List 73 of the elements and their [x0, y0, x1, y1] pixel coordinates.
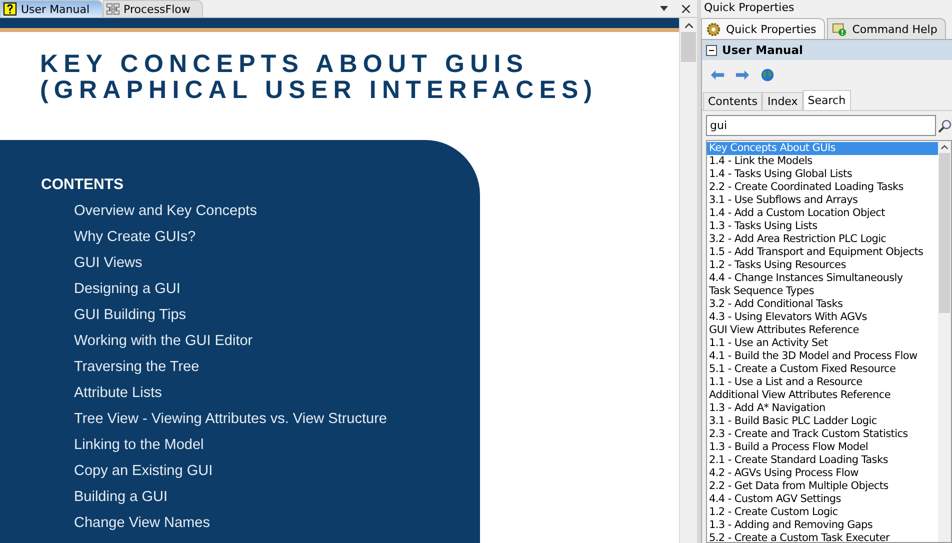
- contents-link[interactable]: Building a GUI: [41, 484, 480, 510]
- scroll-thumb[interactable]: [939, 153, 950, 313]
- result-item[interactable]: GUI View Attributes Reference: [707, 324, 938, 337]
- contents-link[interactable]: GUI Views: [41, 250, 480, 276]
- result-item[interactable]: 3.2 - Add Area Restriction PLC Logic: [707, 233, 938, 246]
- gear-icon: [706, 22, 721, 36]
- result-item[interactable]: 1.1 - Use a List and a Resource: [707, 376, 938, 389]
- result-item[interactable]: 1.5 - Add Transport and Equipment Objects: [707, 246, 938, 259]
- result-item[interactable]: 3.2 - Add Conditional Tasks: [707, 298, 938, 311]
- scrollbar[interactable]: [938, 141, 951, 542]
- result-item[interactable]: 4.4 - Change Instances Simultaneously: [707, 272, 938, 285]
- search-field[interactable]: gui: [706, 115, 936, 136]
- result-item[interactable]: 3.1 - Build Basic PLC Ladder Logic: [707, 415, 938, 428]
- search-icon[interactable]: [938, 118, 952, 132]
- contents-link[interactable]: Change View Names: [41, 510, 480, 536]
- result-item[interactable]: 2.1 - Create Standard Loading Tasks: [707, 454, 938, 467]
- page-title: (GRAPHICAL USER INTERFACES): [40, 77, 599, 103]
- dropdown-icon[interactable]: [660, 6, 668, 11]
- contents-link[interactable]: Designing a GUI: [41, 276, 480, 302]
- contents-heading: CONTENTS: [41, 175, 124, 195]
- result-item[interactable]: 2.2 - Get Data from Multiple Objects: [707, 480, 938, 493]
- help-tab[interactable]: Index: [762, 92, 803, 110]
- back-arrow-icon[interactable]: [710, 68, 725, 82]
- help-tab[interactable]: Search: [802, 90, 851, 110]
- scroll-help-icon: [832, 22, 848, 36]
- scrollbar[interactable]: [679, 18, 697, 543]
- result-item[interactable]: 5.1 - Create a Custom Fixed Resource: [707, 363, 938, 376]
- result-item[interactable]: 1.3 - Adding and Removing Gaps: [707, 519, 938, 532]
- help-icon: [3, 2, 17, 16]
- close-icon[interactable]: [682, 4, 690, 12]
- document-tab[interactable]: User Manual: [0, 0, 103, 17]
- contents-link[interactable]: Copy an Existing GUI: [41, 458, 480, 484]
- result-item[interactable]: 4.1 - Build the 3D Model and Process Flow: [707, 350, 938, 363]
- result-item[interactable]: 4.4 - Custom AGV Settings: [707, 493, 938, 506]
- section-header[interactable]: User Manual: [702, 40, 952, 60]
- result-item[interactable]: 1.3 - Build a Process Flow Model: [707, 441, 938, 454]
- panel-tab[interactable]: Quick Properties: [701, 18, 826, 39]
- document-tab[interactable]: ProcessFlow: [102, 0, 204, 17]
- contents-link[interactable]: Why Create GUIs?: [41, 224, 480, 250]
- contents-link[interactable]: GUI Building Tips: [41, 302, 480, 328]
- result-item[interactable]: 1.3 - Add A* Navigation: [707, 402, 938, 415]
- scroll-thumb[interactable]: [681, 32, 696, 62]
- result-item[interactable]: 1.4 - Link the Models: [707, 155, 938, 168]
- result-item[interactable]: 4.2 - AGVs Using Process Flow: [707, 467, 938, 480]
- contents-link[interactable]: Tree View - Viewing Attributes vs. View Structure: [41, 406, 480, 432]
- help-tab[interactable]: Contents: [703, 92, 762, 110]
- result-item[interactable]: 1.4 - Tasks Using Global Lists: [707, 168, 938, 181]
- contents-link[interactable]: Linking to the Model: [41, 432, 480, 458]
- result-item[interactable]: 1.4 - Add a Custom Location Object: [707, 207, 938, 220]
- contents-link[interactable]: Overview and Key Concepts: [41, 198, 480, 224]
- result-item[interactable]: 4.3 - Using Elevators With AGVs: [707, 311, 938, 324]
- contents-link[interactable]: Attribute Lists: [41, 380, 480, 406]
- forward-arrow-icon[interactable]: [735, 68, 750, 82]
- globe-icon[interactable]: [760, 68, 775, 82]
- result-item[interactable]: 1.2 - Create Custom Logic: [707, 506, 938, 519]
- contents-link[interactable]: Traversing the Tree: [41, 354, 480, 380]
- result-item[interactable]: 2.2 - Create Coordinated Loading Tasks: [707, 181, 938, 194]
- result-item[interactable]: 1.2 - Tasks Using Resources: [707, 259, 938, 272]
- contents-link[interactable]: Working with the GUI Editor: [41, 328, 480, 354]
- flowchart-icon: [106, 2, 120, 16]
- result-item[interactable]: 5.2 - Create a Custom Task Executer: [707, 532, 938, 542]
- result-item[interactable]: 3.1 - Use Subflows and Arrays: [707, 194, 938, 207]
- panel-title: Quick Properties: [703, 0, 796, 16]
- result-item[interactable]: 1.3 - Tasks Using Lists: [707, 220, 938, 233]
- result-item[interactable]: Additional View Attributes Reference: [707, 389, 938, 402]
- scroll-up-icon[interactable]: [684, 23, 692, 28]
- result-item[interactable]: 2.3 - Create and Track Custom Statistics: [707, 428, 938, 441]
- panel-tab[interactable]: Command Help: [827, 18, 946, 39]
- result-item[interactable]: 1.1 - Use an Activity Set: [707, 337, 938, 350]
- scroll-up-icon[interactable]: [941, 145, 948, 149]
- result-item[interactable]: Task Sequence Types: [707, 285, 938, 298]
- collapse-icon[interactable]: [706, 44, 717, 56]
- page-title: KEY CONCEPTS ABOUT GUIS: [40, 51, 530, 77]
